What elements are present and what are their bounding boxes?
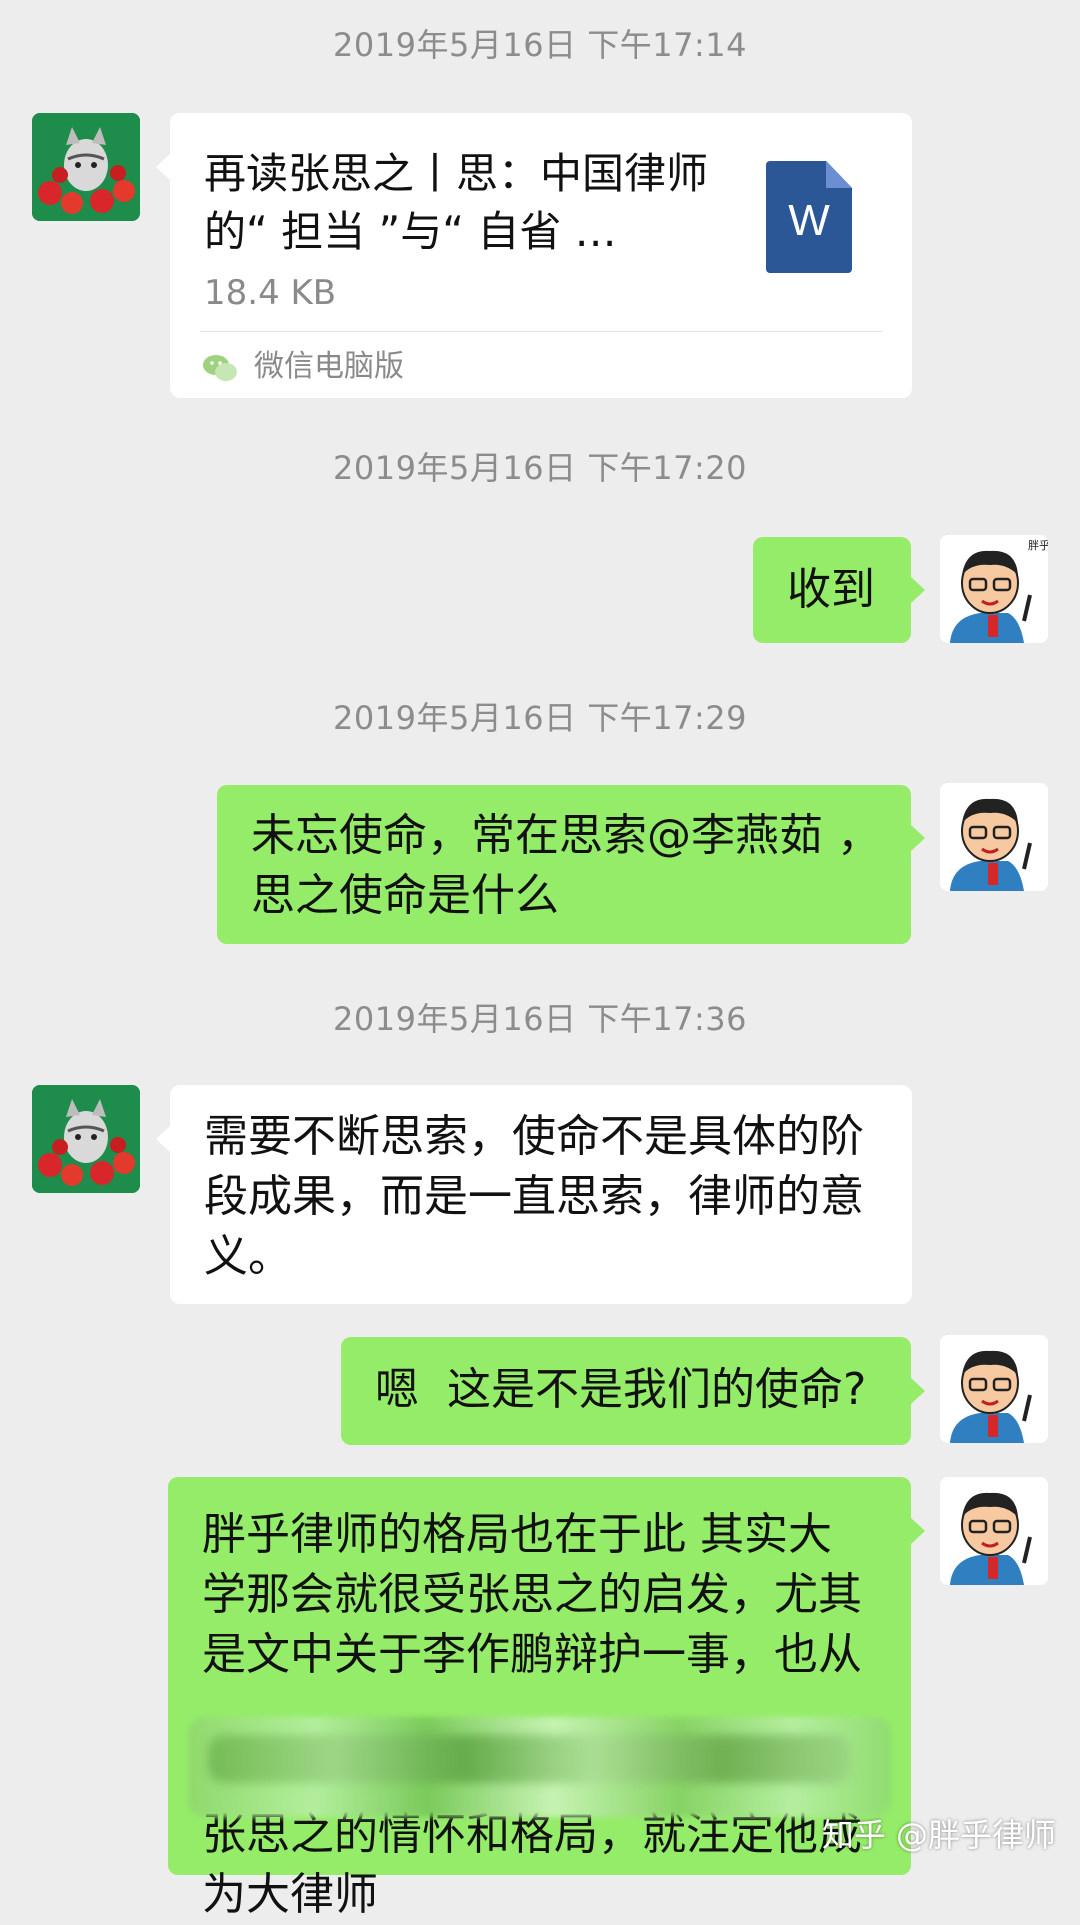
message-bubble-self[interactable]: 收到 [753, 537, 911, 643]
bubble-tail [911, 1378, 925, 1404]
message-bubble-self[interactable]: 未忘使命，常在思索@李燕茹 ， 思之使命是什么 [217, 785, 911, 944]
message-bubble-contact[interactable]: 需要不断思索，使命不是具体的阶 段成果，而是一直思索，律师的意 义。 [170, 1085, 912, 1304]
cat-avatar-icon [32, 1085, 140, 1193]
message-line: 胖乎律师的格局也在于此 其实大 [202, 1509, 832, 1560]
bubble-tail [911, 825, 925, 851]
message-text: 收到 [787, 564, 875, 615]
file-source-label: 微信电脑版 [254, 349, 404, 384]
contact-avatar[interactable] [32, 1085, 140, 1193]
timestamp: 2019年5月16日 下午17:36 [333, 1000, 747, 1038]
file-message-card[interactable]: 再读张思之丨思：中国律师的“ 担当 ”与“ 自省 … 18.4 KB W 微信电… [170, 113, 912, 398]
message-line: 义。 [204, 1231, 292, 1282]
bubble-tail [156, 1126, 170, 1152]
bubble-tail [156, 154, 170, 180]
lawyer-cartoon-icon [940, 783, 1048, 891]
avatar-caption: 胖乎律师 [1028, 539, 1048, 552]
message-bubble-self[interactable]: 胖乎律师的格局也在于此 其实大 学那会就很受张思之的启发，尤其 是文中关于李作鹏… [168, 1477, 911, 1920]
bubble-tail [911, 1518, 925, 1544]
timestamp: 2019年5月16日 下午17:20 [333, 449, 747, 487]
redaction-blur [208, 1735, 851, 1783]
watermark: 知乎 @胖乎律师 [821, 1816, 1056, 1854]
message-line: 段成果，而是一直思索，律师的意 [204, 1171, 864, 1222]
file-size: 18.4 KB [204, 273, 337, 313]
message-line: 为大律师 [202, 1869, 378, 1920]
message-line: 需要不断思索，使命不是具体的阶 [204, 1111, 864, 1162]
message-line: 未忘使命，常在思索@李燕茹 ， [251, 810, 881, 861]
contact-avatar[interactable] [32, 113, 140, 221]
timestamp: 2019年5月16日 下午17:14 [333, 26, 747, 64]
lawyer-cartoon-icon [940, 1335, 1048, 1443]
cat-avatar-icon [32, 113, 140, 221]
wechat-icon [203, 355, 237, 381]
self-avatar[interactable] [940, 783, 1048, 891]
self-avatar[interactable]: 胖乎律师 [940, 535, 1048, 643]
lawyer-cartoon-icon: 胖乎律师 [940, 535, 1048, 643]
word-doc-letter: W [788, 196, 830, 245]
bubble-tail [911, 577, 925, 603]
message-line: 思之使命是什么 [251, 870, 559, 921]
self-avatar[interactable] [940, 1335, 1048, 1443]
lawyer-cartoon-icon [940, 1477, 1048, 1585]
message-line: 学那会就很受张思之的启发，尤其 [202, 1569, 862, 1620]
file-title: 再读张思之丨思：中国律师的“ 担当 ”与“ 自省 … [204, 149, 709, 256]
self-avatar[interactable] [940, 1477, 1048, 1585]
divider [200, 331, 882, 332]
message-bubble-self[interactable]: 嗯 这是不是我们的使命? [341, 1337, 911, 1445]
message-text: 嗯 这是不是我们的使命? [375, 1364, 867, 1415]
timestamp: 2019年5月16日 下午17:29 [333, 699, 747, 737]
message-line: 是文中关于李作鹏辩护一事，也从 [202, 1629, 862, 1680]
